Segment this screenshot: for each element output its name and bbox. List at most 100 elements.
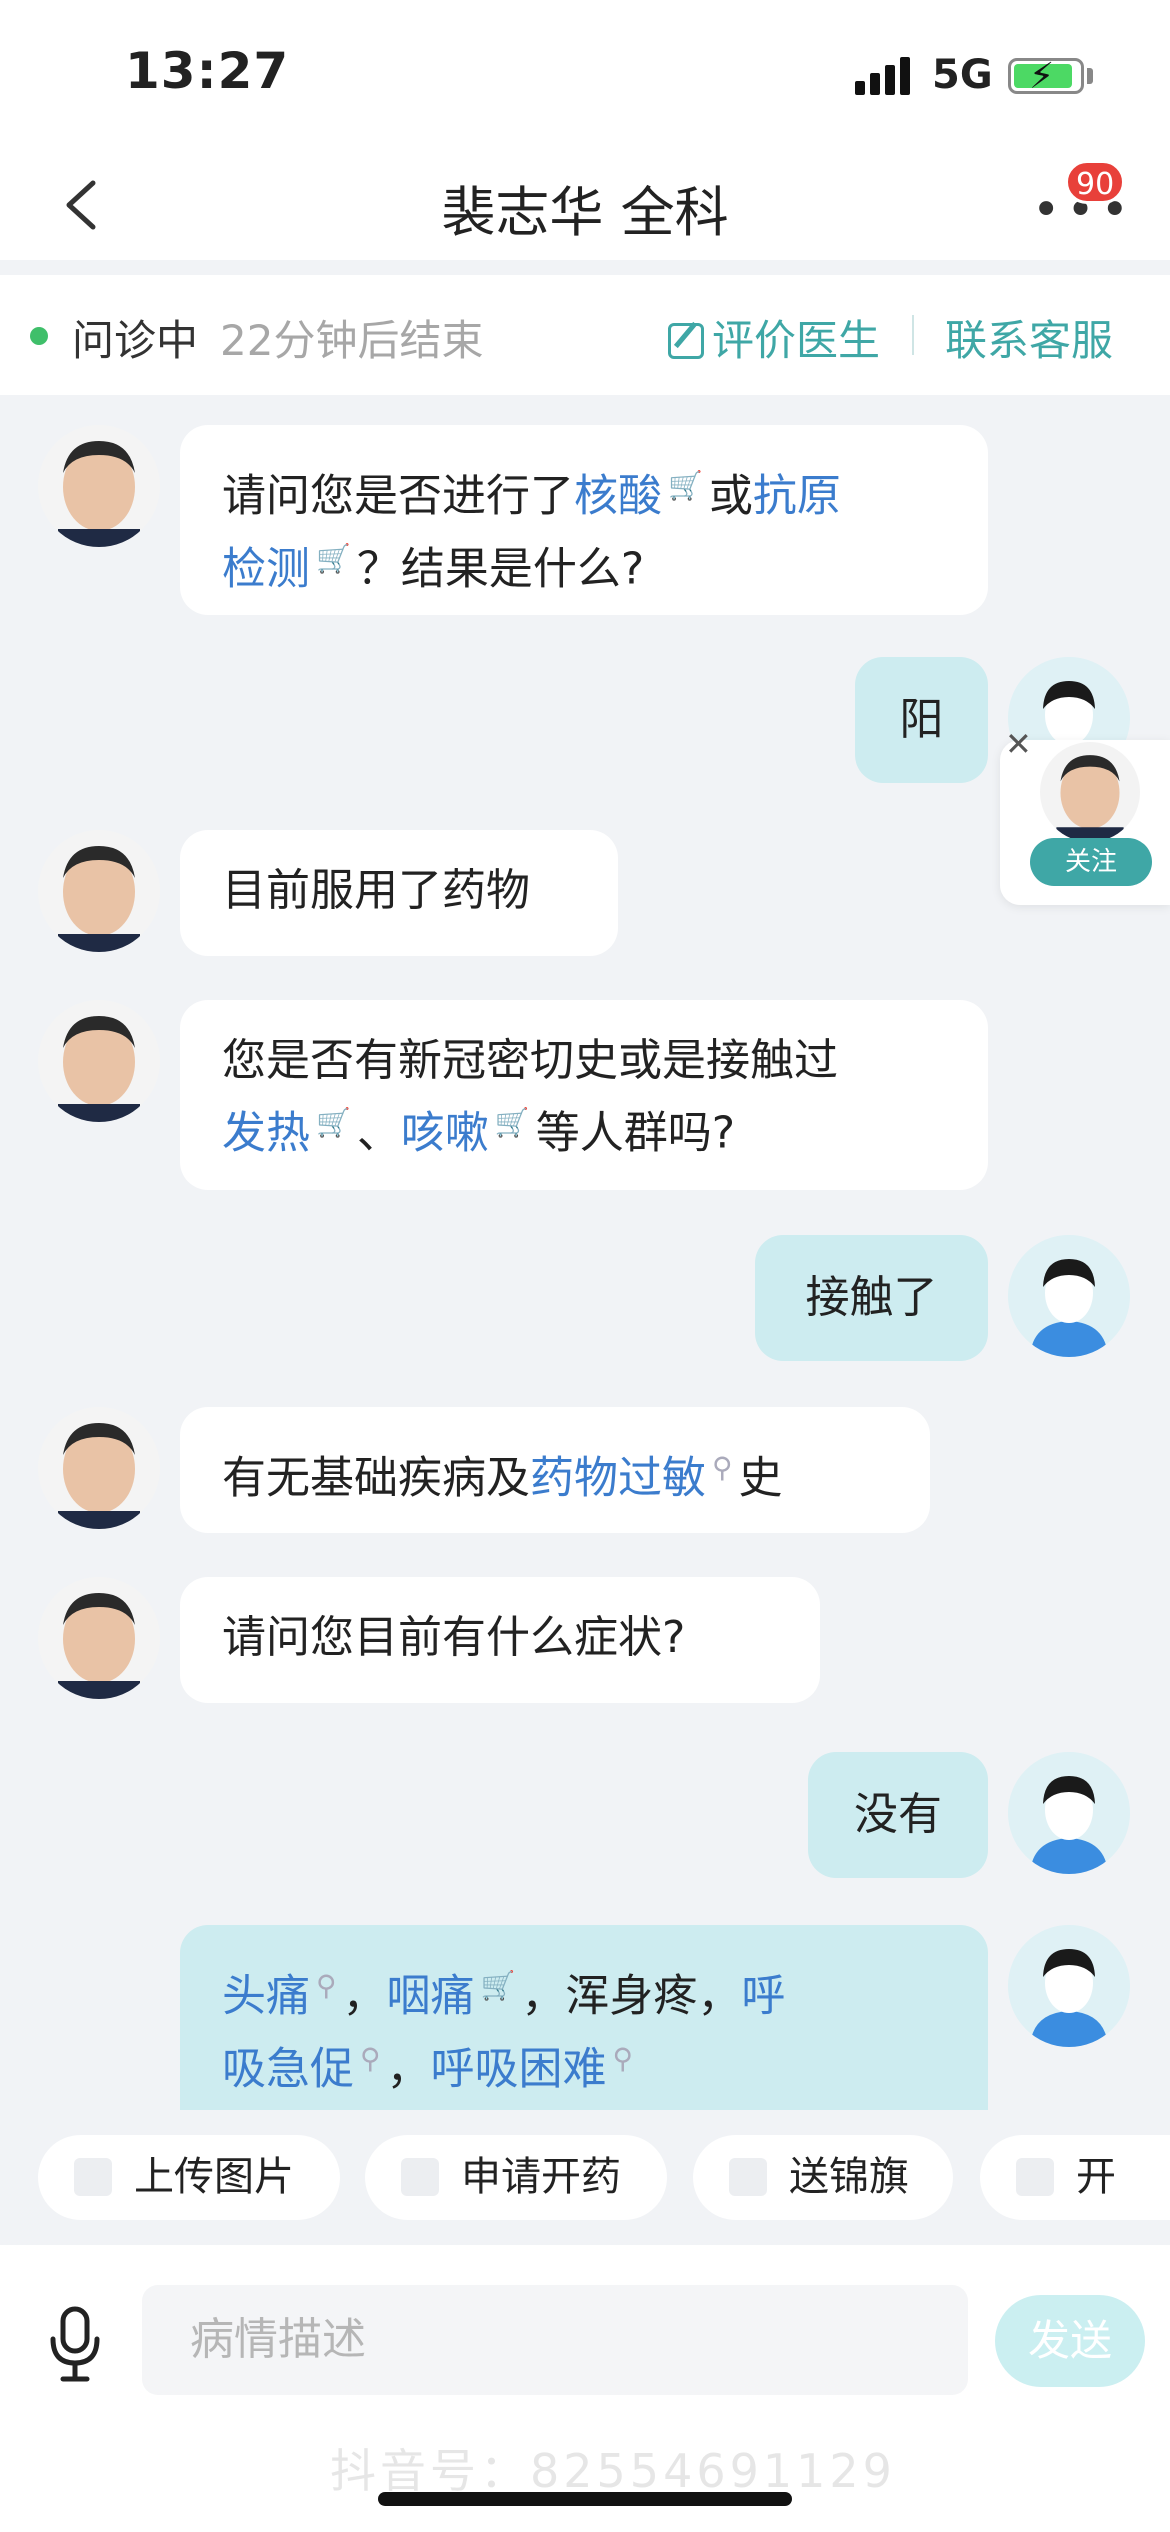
doctor-face-icon (58, 1423, 140, 1529)
consult-status: 问诊中 (72, 316, 199, 365)
follow-button[interactable]: 关注 (1030, 838, 1152, 886)
more-icon: ••• (1032, 182, 1135, 238)
message-text: 有无基础疾病及 (222, 1452, 530, 1504)
doctor-message: 请问您是否进行了核酸 🛒 或抗原 检测 🛒 ？结果是什么? (180, 425, 988, 615)
battery-tip (1087, 68, 1093, 84)
chip-label: 送锦旗 (789, 2154, 909, 2200)
nav-bar: 裴志华 全科 ••• 90 (0, 150, 1170, 260)
condition-input[interactable]: 病情描述 (142, 2285, 968, 2395)
rate-doctor-button[interactable]: 评价医生 (668, 307, 880, 368)
status-dot-icon (30, 327, 48, 345)
message-text: 请问您是否进行了 (222, 470, 574, 522)
user-message: 阳 (855, 657, 988, 783)
image-icon (74, 2158, 112, 2196)
message-text: 请问您目前有什么症状? (222, 1612, 686, 1663)
message-text: ， (342, 1970, 387, 2022)
message-text: 、 (356, 1107, 401, 1159)
edit-icon (668, 323, 704, 359)
doctor-avatar[interactable] (38, 425, 160, 547)
doctor-face-icon (58, 1016, 140, 1122)
message-text: 等人群吗? (535, 1107, 736, 1159)
close-icon[interactable]: ✕ (1005, 725, 1032, 763)
message-text: 您是否有新冠密切史或是接触过 (222, 1035, 838, 1086)
search-icon: ⚲ (360, 2041, 381, 2075)
cart-icon: 🛒 (480, 1969, 516, 2002)
keyword-link[interactable]: 呼吸困难 (431, 2043, 607, 2094)
user-avatar[interactable] (1008, 1925, 1130, 2047)
cart-icon: 🛒 (316, 1106, 351, 1139)
doctor-avatar[interactable] (38, 1577, 160, 1699)
keyword-link[interactable]: 核酸 (574, 471, 662, 522)
follow-doctor-avatar[interactable] (1040, 742, 1140, 842)
divider (912, 315, 914, 355)
keyword-link[interactable]: 呼 (741, 1971, 785, 2022)
cart-icon: 🛒 (668, 469, 703, 502)
user-avatar[interactable] (1008, 1752, 1130, 1874)
status-time: 13:27 (125, 42, 290, 100)
doctor-face-icon (58, 1593, 140, 1699)
user-silhouette-icon (1008, 1235, 1130, 1357)
message-text: 没有 (854, 1789, 942, 1840)
cart-icon: 🛒 (316, 541, 351, 575)
doctor-message: 目前服用了药物 (180, 830, 618, 956)
keyword-link[interactable]: 咽痛 (387, 1971, 475, 2022)
send-banner-button[interactable]: 送锦旗 (693, 2135, 953, 2220)
doctor-avatar[interactable] (38, 830, 160, 952)
banner-icon (729, 2158, 767, 2196)
keyword-link[interactable]: 检测 (222, 543, 310, 594)
more-action-button[interactable]: 开 (980, 2135, 1170, 2220)
microphone-icon (50, 2306, 100, 2382)
voice-button[interactable] (45, 2305, 105, 2385)
user-message: 接触了 (755, 1235, 988, 1361)
search-icon: ⚲ (712, 1451, 733, 1484)
network-type: 5G (932, 52, 993, 98)
input-bar: 病情描述 发送 抖音号：82554691129 (0, 2245, 1170, 2532)
quick-actions-bar: 上传图片 申请开药 送锦旗 开 (0, 2110, 1170, 2245)
message-text: ，浑身疼， (521, 1970, 742, 2022)
rate-doctor-label: 评价医生 (712, 316, 881, 365)
keyword-link[interactable]: 抗原 (753, 471, 841, 522)
user-silhouette-icon (1008, 1925, 1130, 2047)
consult-remaining-time: 22分钟后结束 (220, 316, 484, 365)
message-text: 阳 (899, 694, 944, 745)
doctor-face-icon (58, 846, 140, 952)
document-icon (1016, 2158, 1054, 2196)
medicine-icon (401, 2158, 439, 2196)
contact-service-button[interactable]: 联系客服 (945, 307, 1113, 368)
search-icon: ⚲ (316, 1969, 337, 2002)
message-text: 目前服用了药物 (222, 865, 530, 916)
doctor-message: 请问您目前有什么症状? (180, 1577, 820, 1703)
user-avatar[interactable] (1008, 1235, 1130, 1357)
message-text: 或 (708, 470, 753, 522)
doctor-avatar[interactable] (38, 1000, 160, 1122)
request-prescription-button[interactable]: 申请开药 (365, 2135, 667, 2220)
doctor-face-icon (1056, 755, 1124, 842)
doctor-message: 有无基础疾病及药物过敏 ⚲ 史 (180, 1407, 930, 1533)
upload-image-button[interactable]: 上传图片 (38, 2135, 340, 2220)
consult-status-bar: 问诊中 22分钟后结束 评价医生 联系客服 (0, 275, 1170, 395)
battery-icon: ⚡ (1008, 56, 1084, 97)
user-silhouette-icon (1008, 1752, 1130, 1874)
keyword-link[interactable]: 咳嗽 (401, 1108, 489, 1159)
keyword-link[interactable]: 吸急促 (222, 2043, 354, 2094)
message-text: 史 (738, 1452, 783, 1504)
keyword-link[interactable]: 发热 (222, 1108, 310, 1159)
signal-icon (855, 55, 915, 95)
home-indicator (378, 2492, 792, 2506)
message-text: ？结果是什么? (356, 543, 645, 595)
chip-label: 申请开药 (461, 2154, 621, 2200)
message-text: 接触了 (805, 1272, 938, 1323)
doctor-message: 您是否有新冠密切史或是接触过 发热 🛒 、咳嗽 🛒 等人群吗? (180, 1000, 988, 1190)
search-icon: ⚲ (612, 2041, 634, 2075)
doctor-avatar[interactable] (38, 1407, 160, 1529)
message-text: ， (386, 2043, 431, 2095)
keyword-link[interactable]: 药物过敏 (530, 1453, 706, 1504)
chip-label: 开 (1076, 2154, 1116, 2200)
user-message: 头痛 ⚲ ，咽痛 🛒 ，浑身疼，呼 吸急促 ⚲ ，呼吸困难 ⚲ (180, 1925, 988, 2110)
notification-badge: 90 (1065, 160, 1126, 204)
send-button[interactable]: 发送 (995, 2295, 1145, 2387)
doctor-face-icon (58, 441, 140, 547)
keyword-link[interactable]: 头痛 (222, 1971, 310, 2022)
chat-area[interactable]: 请问您是否进行了核酸🛒或抗原 检测🛒？结果是什么? 阳 目前服用了药物 (0, 395, 1170, 2110)
status-bar: 13:27 5G ⚡ (0, 0, 1170, 150)
